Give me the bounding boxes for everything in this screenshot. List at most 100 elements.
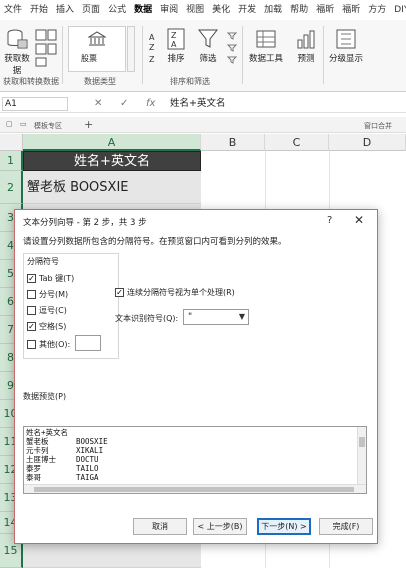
tab-data[interactable]: 数据 xyxy=(130,0,156,20)
tab-view[interactable]: 视图 xyxy=(182,0,208,20)
cancel-icon[interactable]: ✕ xyxy=(94,97,102,111)
checkbox-icon xyxy=(27,290,36,299)
column-header-b[interactable]: B xyxy=(201,134,265,151)
tab-file[interactable]: 文件 xyxy=(0,0,26,20)
text-to-columns-dialog: 文本分列向导 - 第 2 步，共 3 步 ? ✕ 请设置分列数据所包含的分隔符号… xyxy=(14,209,378,544)
data-tools-label: 数据工具 xyxy=(248,54,283,64)
preview-row: 泰哥 TAIGA xyxy=(26,473,99,482)
finish-button[interactable]: 完成(F) xyxy=(319,518,373,535)
consecutive-checkbox[interactable]: ✓ 连续分隔符号视为单个处理(R) xyxy=(115,287,235,298)
fx-icon[interactable]: fx xyxy=(146,97,155,111)
tab-checkbox-label: Tab 键(T) xyxy=(39,274,75,283)
back-button[interactable]: < 上一步(B) xyxy=(193,518,247,535)
checkbox-checked-icon: ✓ xyxy=(27,274,36,283)
preview-row: 元卡列 XIKALI xyxy=(26,446,104,455)
tab-foxit-1[interactable]: 福昕 xyxy=(312,0,338,20)
forecast-button[interactable]: 预测 xyxy=(292,28,320,64)
svg-text:Z: Z xyxy=(171,31,177,40)
tab-home[interactable]: 开始 xyxy=(26,0,52,20)
outline-label: 分级显示 xyxy=(328,54,363,64)
name-box[interactable]: A1 xyxy=(2,97,68,111)
outline-icon xyxy=(336,29,356,49)
filter-icon xyxy=(197,29,219,48)
tab-review[interactable]: 审阅 xyxy=(156,0,182,20)
group-data-types: 数据类型 xyxy=(84,77,116,86)
sort-button[interactable]: Z A 排序 xyxy=(164,28,188,64)
get-data-button[interactable]: 获取数据 xyxy=(2,28,32,76)
chevron-down-icon: ▼ xyxy=(238,312,245,321)
preview-vertical-scrollbar[interactable] xyxy=(357,427,366,485)
preview-row: 蟹老板 BOOSXIE xyxy=(26,437,108,446)
data-tools-button[interactable]: 数据工具 xyxy=(246,28,286,64)
filter-options-icons[interactable] xyxy=(226,30,238,66)
text-qualifier-select[interactable]: " ▼ xyxy=(183,309,249,325)
sort-icon: Z A xyxy=(167,28,185,50)
tab-addins[interactable]: 加载 xyxy=(260,0,286,20)
tab-diy[interactable]: DIY xyxy=(390,0,406,20)
consecutive-checkbox-label: 连续分隔符号视为单个处理(R) xyxy=(127,288,235,297)
checkbox-icon xyxy=(27,306,36,315)
semicolon-checkbox[interactable]: 分号(M) xyxy=(27,289,68,300)
enter-icon[interactable]: ✓ xyxy=(120,97,128,111)
cell-a1[interactable]: 姓名+英文名 xyxy=(23,151,201,171)
other-delimiter-input[interactable] xyxy=(75,335,101,351)
tab-help[interactable]: 帮助 xyxy=(286,0,312,20)
comma-checkbox[interactable]: 逗号(C) xyxy=(27,305,67,316)
data-preview[interactable]: 姓名+英文名 蟹老板 BOOSXIE 元卡列 XIKALI 土匪博士 DOCTU 泰罗… xyxy=(23,426,367,494)
cell-a2[interactable]: 蟹老板 BOOSXIE xyxy=(23,171,201,204)
tab-beautify[interactable]: 美化 xyxy=(208,0,234,20)
get-data-label: 获取数据 xyxy=(4,54,30,76)
preview-horizontal-scrollbar[interactable] xyxy=(24,484,366,493)
svg-text:Z: Z xyxy=(149,55,155,64)
data-tools-icon xyxy=(256,30,276,48)
tab-foxit-2[interactable]: 福昕 xyxy=(338,0,364,20)
filter-button[interactable]: 筛选 xyxy=(194,28,222,64)
row-header-1[interactable]: 1 xyxy=(0,151,23,171)
home-icon[interactable]: ▢ xyxy=(6,120,13,128)
comma-checkbox-label: 逗号(C) xyxy=(39,306,67,315)
preview-label: 数据预览(P) xyxy=(23,392,67,401)
tab-developer[interactable]: 开发 xyxy=(234,0,260,20)
formula-bar: A1 ✕ ✓ fx 姓名+英文名 xyxy=(0,95,406,113)
preview-row: 土匪博士 DOCTU xyxy=(26,455,99,464)
template-tab[interactable]: 模板专区 xyxy=(34,121,62,131)
bank-icon xyxy=(88,31,106,46)
sort-az-icon[interactable]: A Z Z xyxy=(148,30,160,66)
tab-page-layout[interactable]: 页面 xyxy=(78,0,104,20)
preview-row: 泰罗 TAILO xyxy=(26,464,99,473)
formula-input[interactable]: 姓名+英文名 xyxy=(166,97,404,111)
filter-label: 筛选 xyxy=(199,54,217,64)
column-header-d[interactable]: D xyxy=(329,134,406,151)
column-header-a[interactable]: A xyxy=(23,134,201,151)
tab-fangfang[interactable]: 方方 xyxy=(364,0,390,20)
data-types-gallery[interactable]: 股票 xyxy=(68,26,126,72)
column-header-c[interactable]: C xyxy=(265,134,329,151)
forecast-icon xyxy=(297,30,315,49)
gallery-scroll[interactable] xyxy=(127,26,135,72)
import-icons[interactable] xyxy=(34,28,58,68)
other-checkbox[interactable]: 其他(O): xyxy=(27,339,70,350)
outline-button[interactable]: 分级显示 xyxy=(326,28,366,64)
select-all[interactable] xyxy=(0,134,23,151)
add-tab-icon[interactable]: + xyxy=(84,118,93,131)
tab-formulas[interactable]: 公式 xyxy=(104,0,130,20)
sheet-icon[interactable]: ▭ xyxy=(20,120,27,128)
preview-row: 姓名+英文名 xyxy=(26,428,69,437)
tab-checkbox[interactable]: ✓ Tab 键(T) xyxy=(27,273,74,284)
ribbon: 获取数据 股票 A Z Z Z A 排序 筛选 数据工具 预测 分级显示 获取和… xyxy=(0,20,406,92)
close-icon[interactable]: ✕ xyxy=(354,213,364,227)
window-merge[interactable]: 窗口合并 xyxy=(364,121,392,131)
cancel-button[interactable]: 取消 xyxy=(133,518,187,535)
text-qualifier-label: 文本识别符号(Q): xyxy=(115,314,179,323)
checkbox-icon xyxy=(27,340,36,349)
help-icon[interactable]: ? xyxy=(327,215,332,226)
row-header-2[interactable]: 2 xyxy=(0,171,23,204)
tab-insert[interactable]: 插入 xyxy=(52,0,78,20)
svg-text:A: A xyxy=(149,33,155,42)
sort-label: 排序 xyxy=(167,54,185,64)
svg-text:Z: Z xyxy=(149,43,155,52)
next-button[interactable]: 下一步(N) > xyxy=(257,518,311,535)
space-checkbox[interactable]: ✓ 空格(S) xyxy=(27,321,66,332)
dialog-title: 文本分列向导 - 第 2 步，共 3 步 xyxy=(23,218,147,228)
svg-text:A: A xyxy=(171,40,177,49)
